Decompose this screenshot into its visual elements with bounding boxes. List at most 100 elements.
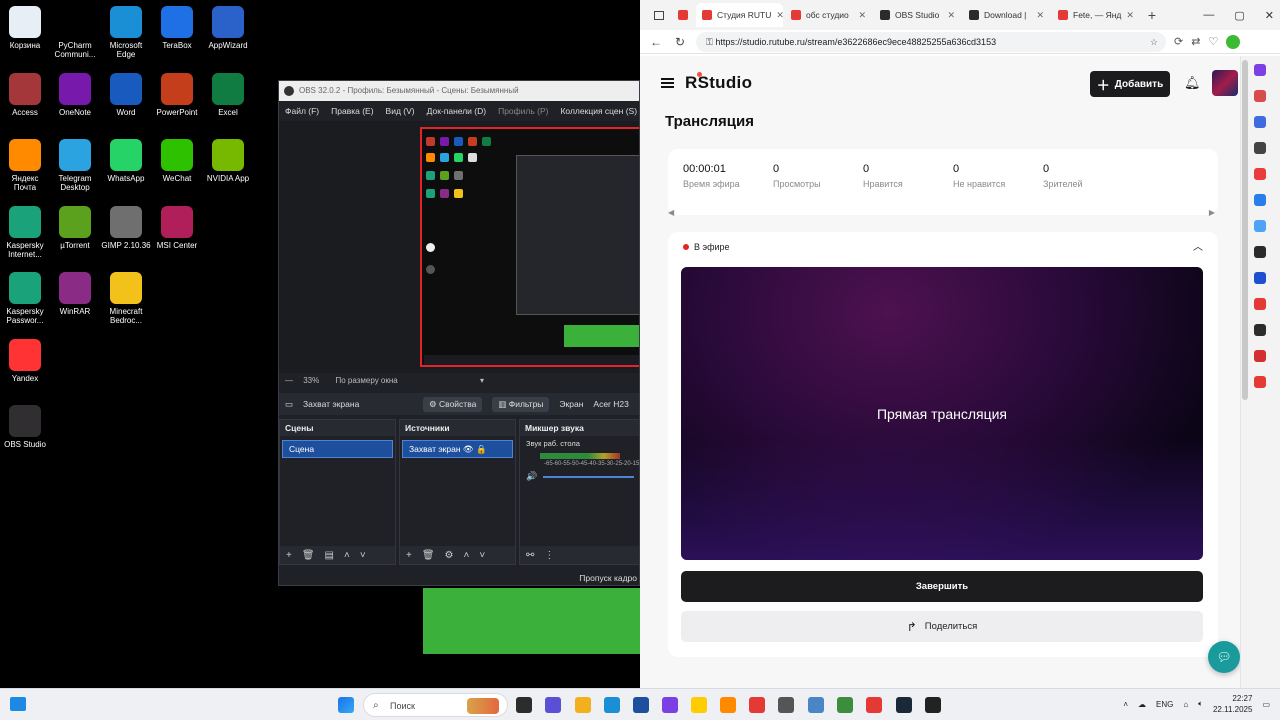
side-panel-icon[interactable] <box>1254 272 1266 284</box>
studio-logo[interactable]: R Studio <box>685 72 752 93</box>
desktop-icon[interactable]: Excel <box>203 73 253 117</box>
star-icon[interactable]: ☆ <box>1150 32 1158 52</box>
reload-icon[interactable]: ↻ <box>672 35 688 49</box>
desktop-icon[interactable]: OBS Studio <box>0 405 50 449</box>
side-panel-icon[interactable] <box>1254 324 1266 336</box>
support-chat-button[interactable]: 💬︎ <box>1208 641 1240 673</box>
desktop-icon[interactable]: Yandex <box>0 339 50 383</box>
more-icon[interactable]: ⋮ <box>544 550 554 561</box>
vpn-icon[interactable] <box>1226 34 1241 49</box>
desktop-icon[interactable]: Kaspersky Internet... <box>0 206 50 259</box>
obs-titlebar[interactable]: OBS 32.0.2 - Профиль: Безымянный - Сцены… <box>279 81 639 101</box>
scroll-right-icon[interactable]: ▶ <box>1209 208 1215 217</box>
obs-menu-file[interactable]: Файл (F) <box>285 101 319 121</box>
lock-icon[interactable]: 🔒 <box>476 444 487 454</box>
task-view-icon[interactable] <box>516 697 532 713</box>
browser-tab[interactable]: Fete, — Янд ✕ <box>1052 3 1139 27</box>
side-panel-icon[interactable] <box>1254 246 1266 258</box>
tab-actions-icon[interactable] <box>648 3 670 27</box>
chevron-up-icon[interactable]: ︿ <box>1192 238 1204 253</box>
side-panel-icon[interactable] <box>1254 220 1266 232</box>
back-icon[interactable]: ← <box>648 35 664 49</box>
yandex-browser-icon[interactable] <box>866 697 882 713</box>
scene-item[interactable]: Сцена <box>282 440 393 458</box>
desktop-icon[interactable]: µTorrent <box>50 206 100 250</box>
obs-preview[interactable] <box>279 121 639 373</box>
desktop-icon[interactable]: Microsoft Edge <box>101 6 151 59</box>
settings-icon[interactable] <box>778 697 794 713</box>
tab-close-icon[interactable]: ✕ <box>947 10 955 21</box>
desktop-icon[interactable]: Kaspersky Passwor... <box>0 272 50 325</box>
chevron-down-icon[interactable]: ˅ <box>479 550 485 561</box>
obs-icon[interactable] <box>925 697 941 713</box>
obs-device-label[interactable]: Acer H23 <box>593 399 628 409</box>
side-panel-icon[interactable] <box>1254 168 1266 180</box>
side-panel-icon[interactable] <box>1254 90 1266 102</box>
obs-menu-view[interactable]: Вид (V) <box>386 101 415 121</box>
end-stream-button[interactable]: Завершить <box>681 571 1203 602</box>
maximize-icon[interactable]: ▢ <box>1234 9 1244 22</box>
speaker-icon[interactable]: 🔊 <box>526 471 537 482</box>
desktop-icon[interactable]: Word <box>101 73 151 117</box>
obs-menu-scene-collection[interactable]: Коллекция сцен (S) <box>560 101 637 121</box>
lang-indicator[interactable]: ENG <box>1156 700 1173 709</box>
desktop-icon[interactable]: GIMP 2.10.36 <box>101 206 151 250</box>
youtube-icon[interactable] <box>749 697 765 713</box>
desktop-icon[interactable]: TeraBox <box>152 6 202 50</box>
chevron-up-icon[interactable]: ˄ <box>1123 700 1128 709</box>
volume-slider[interactable] <box>543 475 634 478</box>
desktop-icon[interactable]: Telegram Desktop <box>50 139 100 192</box>
notification-icon[interactable]: ▭ <box>1262 700 1270 709</box>
side-panel-icon[interactable] <box>1254 298 1266 310</box>
add-icon[interactable]: + <box>286 550 292 561</box>
chevron-down-icon[interactable]: ˅ <box>360 550 366 561</box>
desktop-icon[interactable]: WinRAR <box>50 272 100 316</box>
chevron-up-icon[interactable]: ˄ <box>464 550 470 561</box>
start-icon[interactable] <box>338 697 354 713</box>
desktop-icon[interactable]: AppWizard <box>203 6 253 50</box>
app-icon[interactable] <box>837 697 853 713</box>
minimize-icon[interactable]: — <box>1203 9 1214 21</box>
side-panel-icon[interactable] <box>1254 116 1266 128</box>
copilot-icon[interactable] <box>545 697 561 713</box>
browser-tab[interactable]: OBS Studio ✕ <box>874 3 961 27</box>
widgets-icon[interactable] <box>10 697 26 711</box>
address-bar[interactable]: ⚿ https://studio.rutube.ru/stream/e36226… <box>696 31 1166 52</box>
trash-icon[interactable]: 🗑 <box>302 550 315 561</box>
link-icon[interactable]: ⚯ <box>526 550 534 561</box>
desktop-icon[interactable]: OneNote <box>50 73 100 117</box>
extension-icon[interactable]: ♡ <box>1208 35 1218 48</box>
tab-close-icon[interactable]: ✕ <box>1126 10 1134 21</box>
chevron-up-icon[interactable]: ˄ <box>344 550 350 561</box>
steam-icon[interactable] <box>896 697 912 713</box>
explorer-icon[interactable] <box>575 697 591 713</box>
obs-menu-docks[interactable]: Док-панели (D) <box>427 101 486 121</box>
tab-close-icon[interactable]: ✕ <box>776 10 783 21</box>
filter-icon[interactable]: ▤ <box>325 550 334 561</box>
browser-tab[interactable]: Студия RUTU ✕ <box>696 3 783 27</box>
yandex-icon[interactable] <box>691 697 707 713</box>
tab-close-icon[interactable]: ✕ <box>858 10 866 21</box>
obs-filters-button[interactable]: ▥ Фильтры <box>492 396 550 412</box>
edge-icon[interactable] <box>604 697 620 713</box>
new-tab-button[interactable]: + <box>1141 3 1163 27</box>
store-icon[interactable] <box>633 697 649 713</box>
side-panel-icon[interactable] <box>1254 194 1266 206</box>
tab-close-icon[interactable]: ✕ <box>1036 10 1044 21</box>
clock[interactable]: 22:27 22.11.2025 <box>1213 693 1252 715</box>
source-item[interactable]: Захват экран 👁 🔒 <box>402 440 513 458</box>
side-panel-icon[interactable] <box>1254 64 1266 76</box>
trash-icon[interactable]: 🗑 <box>422 550 435 561</box>
obs-properties-button[interactable]: ⚙ Свойства <box>423 396 483 412</box>
add-button[interactable]: ＋ Добавить <box>1090 71 1170 97</box>
tab-pinned[interactable] <box>672 3 694 27</box>
desktop-icon[interactable]: NVIDIA App <box>203 139 253 183</box>
network-icon[interactable]: ⌂ <box>1183 700 1188 709</box>
cloud-icon[interactable]: ☁ <box>1138 700 1146 709</box>
side-panel-icon[interactable] <box>1254 350 1266 362</box>
add-icon[interactable]: + <box>406 550 412 561</box>
obs-window[interactable]: OBS 32.0.2 - Профиль: Безымянный - Сцены… <box>278 80 640 586</box>
side-panel-icon[interactable] <box>1254 376 1266 388</box>
extension-icon[interactable]: ⟳ <box>1174 35 1183 48</box>
desktop-icon[interactable]: PowerPoint <box>152 73 202 117</box>
